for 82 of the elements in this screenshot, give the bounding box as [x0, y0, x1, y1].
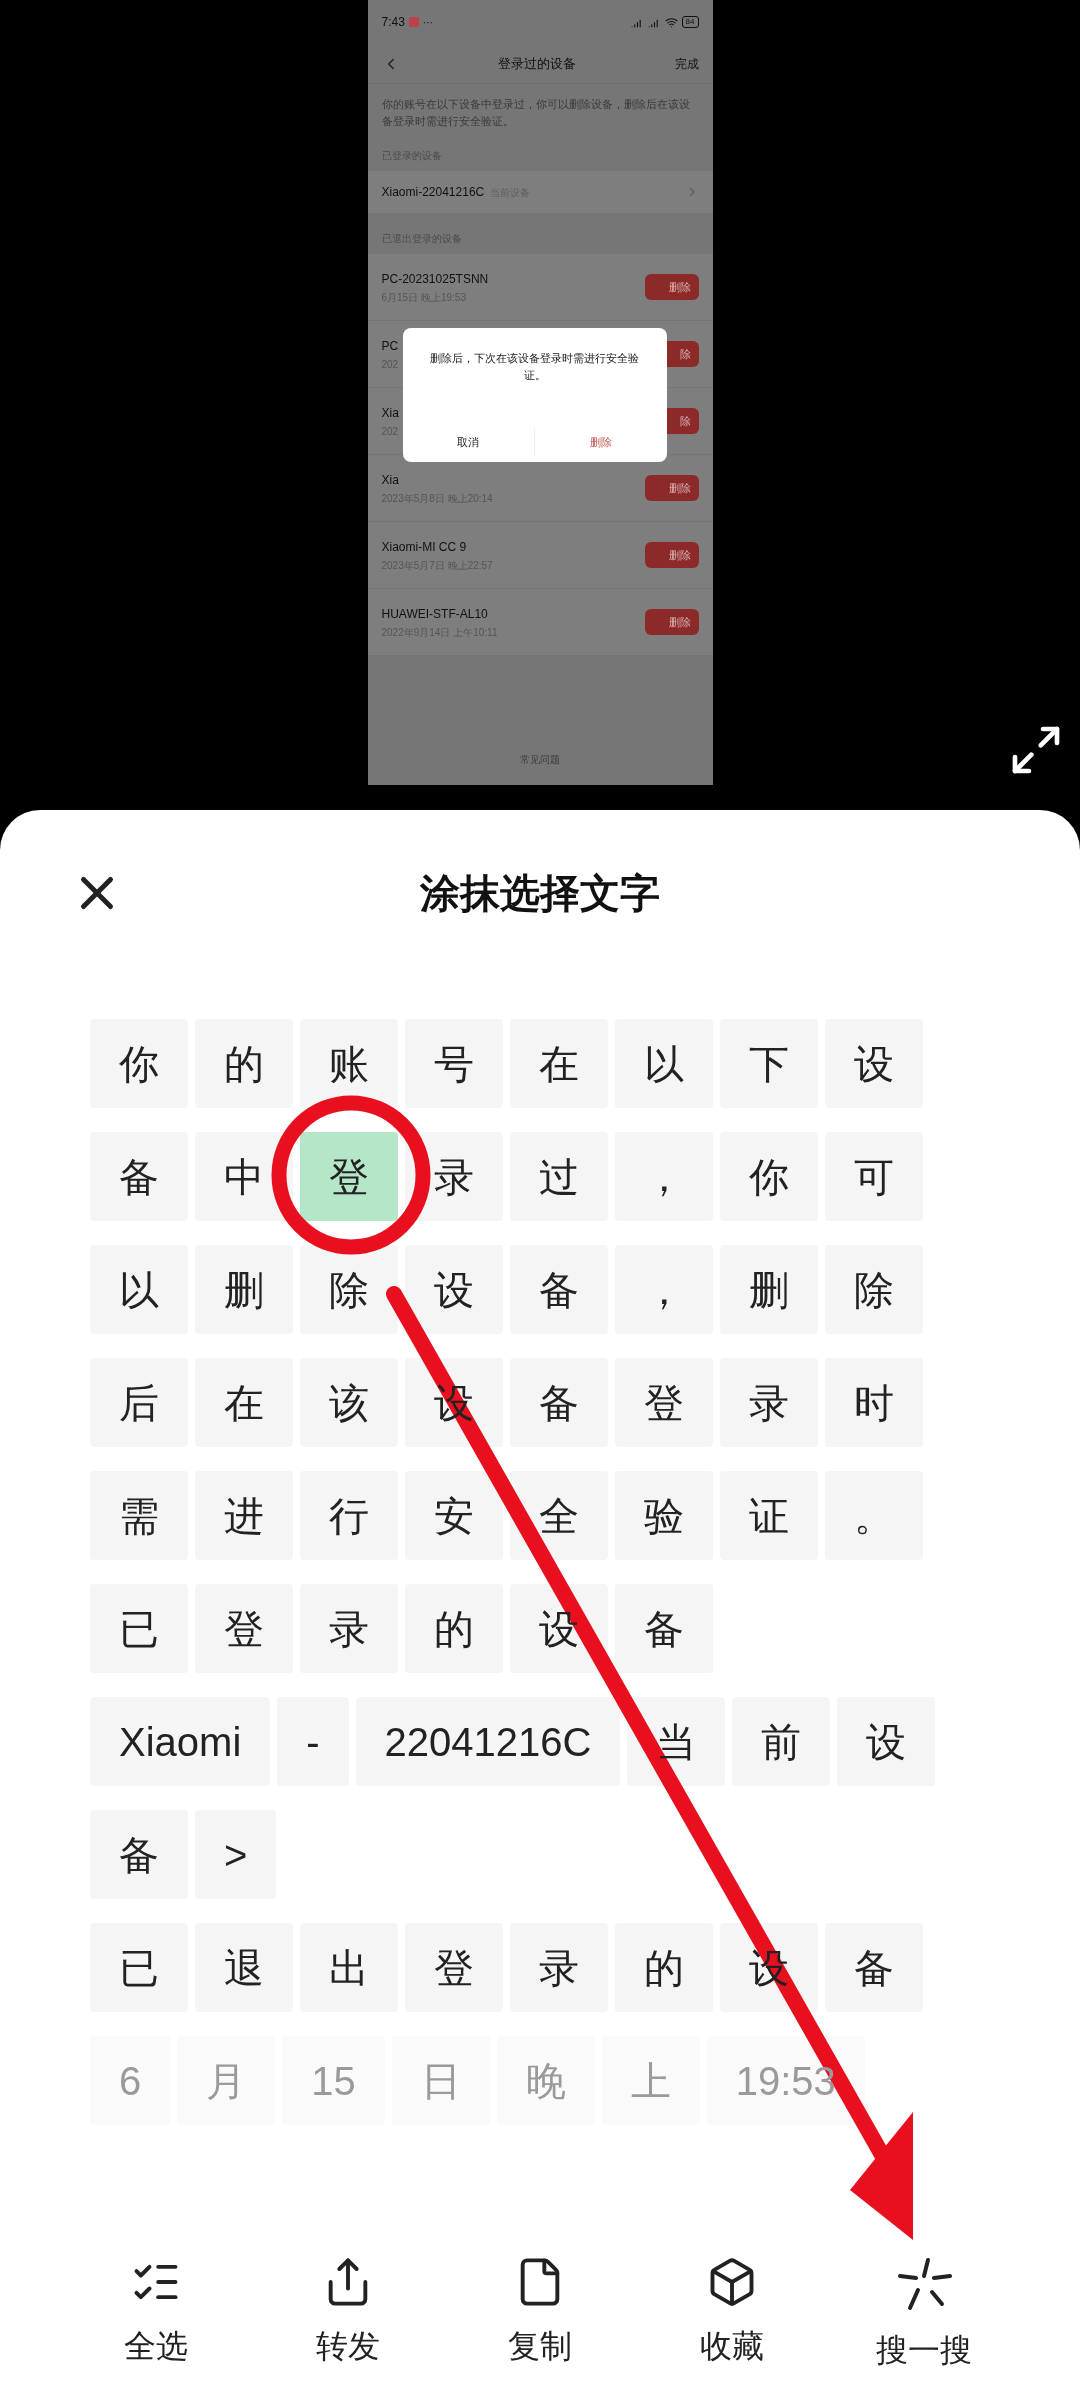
delete-button[interactable]: 删除	[644, 475, 699, 501]
text-chip[interactable]: 过	[510, 1132, 608, 1221]
text-chip[interactable]: 在	[510, 1019, 608, 1108]
text-chip[interactable]: 号	[405, 1019, 503, 1108]
text-chip[interactable]: 备	[510, 1358, 608, 1447]
text-chip[interactable]: 删	[720, 1245, 818, 1334]
text-chip[interactable]: 的	[615, 1923, 713, 2012]
text-chip[interactable]: 前	[732, 1697, 831, 1786]
text-chip[interactable]: -	[277, 1697, 349, 1786]
done-button[interactable]: 完成	[674, 54, 699, 73]
text-chip[interactable]: 备	[615, 1584, 713, 1673]
text-chip[interactable]: 录	[300, 1584, 398, 1673]
text-chip[interactable]: 退	[195, 1923, 293, 2012]
text-chip[interactable]: 验	[615, 1471, 713, 1560]
toolbar-button[interactable]: 收藏	[662, 2256, 802, 2374]
text-chip[interactable]: 备	[510, 1245, 608, 1334]
text-chip[interactable]: 在	[195, 1358, 293, 1447]
sheet-title: 涂抹选择文字	[420, 870, 660, 917]
delete-button[interactable]: 删除	[644, 542, 699, 568]
text-chip[interactable]: 安	[405, 1471, 503, 1560]
sparkle-icon	[896, 2256, 952, 2312]
text-chip[interactable]: 登	[405, 1923, 503, 2012]
text-chip[interactable]: 后	[90, 1358, 188, 1447]
text-chip[interactable]: 该	[300, 1358, 398, 1447]
text-chip[interactable]: 备	[825, 1923, 923, 2012]
text-chip[interactable]: 设	[405, 1245, 503, 1334]
text-chip[interactable]: 你	[720, 1132, 818, 1221]
text-chip[interactable]: 出	[300, 1923, 398, 2012]
page-title: 登录过的设备	[497, 54, 577, 73]
dialog-message: 删除后，下次在该设备登录时需进行安全验证。	[429, 351, 640, 383]
cancel-button[interactable]: 取消	[402, 422, 534, 462]
text-chip[interactable]: 进	[195, 1471, 293, 1560]
text-chip[interactable]: 录	[510, 1923, 608, 2012]
toolbar-button[interactable]: 全选	[86, 2256, 226, 2374]
device-name: PC	[381, 337, 399, 355]
device-name: Xia	[381, 404, 399, 422]
text-chip[interactable]: 登	[195, 1584, 293, 1673]
text-chip[interactable]: 时	[825, 1358, 923, 1447]
delete-button[interactable]: 删除	[644, 274, 699, 300]
text-chip[interactable]: 的	[405, 1584, 503, 1673]
notification-icon	[408, 17, 419, 27]
text-chip[interactable]: 备	[90, 1810, 188, 1899]
text-chip[interactable]: 设	[837, 1697, 936, 1786]
toolbar-button[interactable]: 搜一搜	[854, 2256, 994, 2374]
text-chip[interactable]: 可	[825, 1132, 923, 1221]
text-chip[interactable]: 删	[195, 1245, 293, 1334]
delete-button[interactable]: 删除	[644, 609, 699, 635]
device-name: PC-20231025TSNN	[381, 270, 489, 288]
text-chip[interactable]: 的	[195, 1019, 293, 1108]
device-name: Xia	[381, 471, 399, 489]
text-chip[interactable]: 证	[720, 1471, 818, 1560]
more-indicator: ···	[422, 15, 433, 30]
text-chip[interactable]: 下	[720, 1019, 818, 1108]
text-chip[interactable]: 你	[90, 1019, 188, 1108]
text-chip[interactable]: 已	[90, 1923, 188, 2012]
text-chip[interactable]: ，	[615, 1245, 713, 1334]
text-chip[interactable]: 已	[90, 1584, 188, 1673]
text-chip[interactable]: Xiaomi	[90, 1697, 271, 1786]
text-chip[interactable]: 。	[825, 1471, 923, 1560]
text-chip[interactable]: 账	[300, 1019, 398, 1108]
toolbar-button[interactable]: 复制	[470, 2256, 610, 2374]
text-chip[interactable]: >	[195, 1810, 277, 1899]
device-name: Xiaomi-22041216C	[381, 184, 485, 201]
device-name: HUAWEI-STF-AL10	[381, 605, 488, 623]
text-chip[interactable]: 需	[90, 1471, 188, 1560]
text-chip[interactable]: 录	[720, 1358, 818, 1447]
device-name: Xiaomi-MI CC 9	[381, 538, 467, 556]
text-chip[interactable]: 设	[825, 1019, 923, 1108]
toolbar-button[interactable]: 转发	[278, 2256, 418, 2374]
text-chip[interactable]: 除	[825, 1245, 923, 1334]
text-chip[interactable]: 以	[615, 1019, 713, 1108]
battery-percent: 84	[685, 18, 695, 26]
text-chip[interactable]: 登	[300, 1132, 398, 1221]
wifi-icon	[664, 15, 678, 29]
text-chip[interactable]: 除	[300, 1245, 398, 1334]
text-chip[interactable]: 以	[90, 1245, 188, 1334]
text-chip[interactable]: 登	[615, 1358, 713, 1447]
text-chip[interactable]: 备	[90, 1132, 188, 1221]
status-time: 7:43	[381, 14, 405, 31]
text-chip[interactable]: 行	[300, 1471, 398, 1560]
text-chip[interactable]: ，	[615, 1132, 713, 1221]
text-chip[interactable]: 22041216C	[355, 1697, 621, 1786]
